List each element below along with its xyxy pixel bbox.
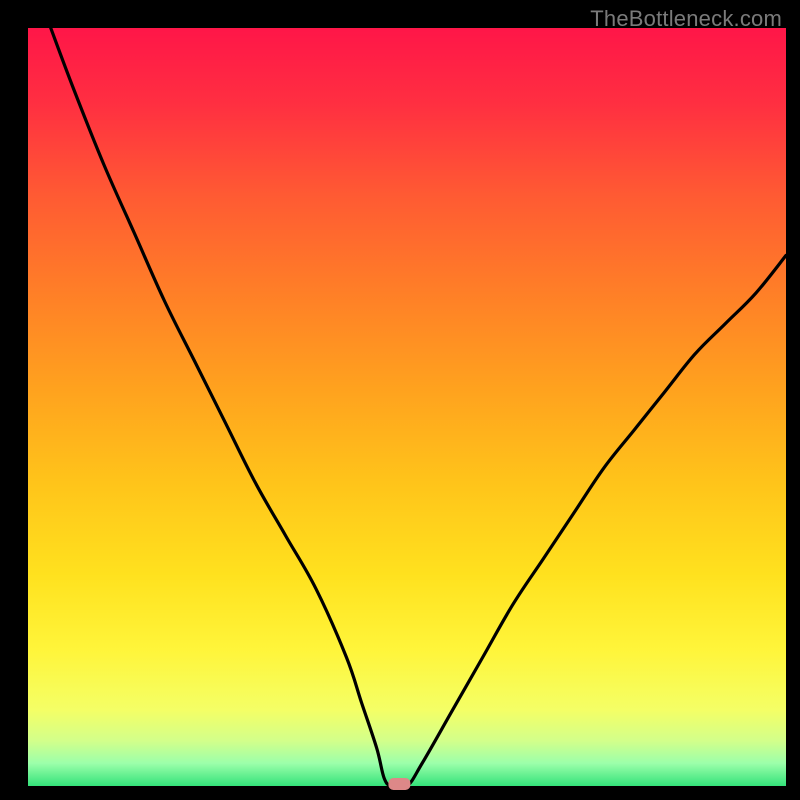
chart-background	[28, 28, 786, 786]
watermark-text: TheBottleneck.com	[590, 6, 782, 32]
bottleneck-chart	[0, 0, 800, 800]
minimum-marker	[388, 778, 410, 790]
